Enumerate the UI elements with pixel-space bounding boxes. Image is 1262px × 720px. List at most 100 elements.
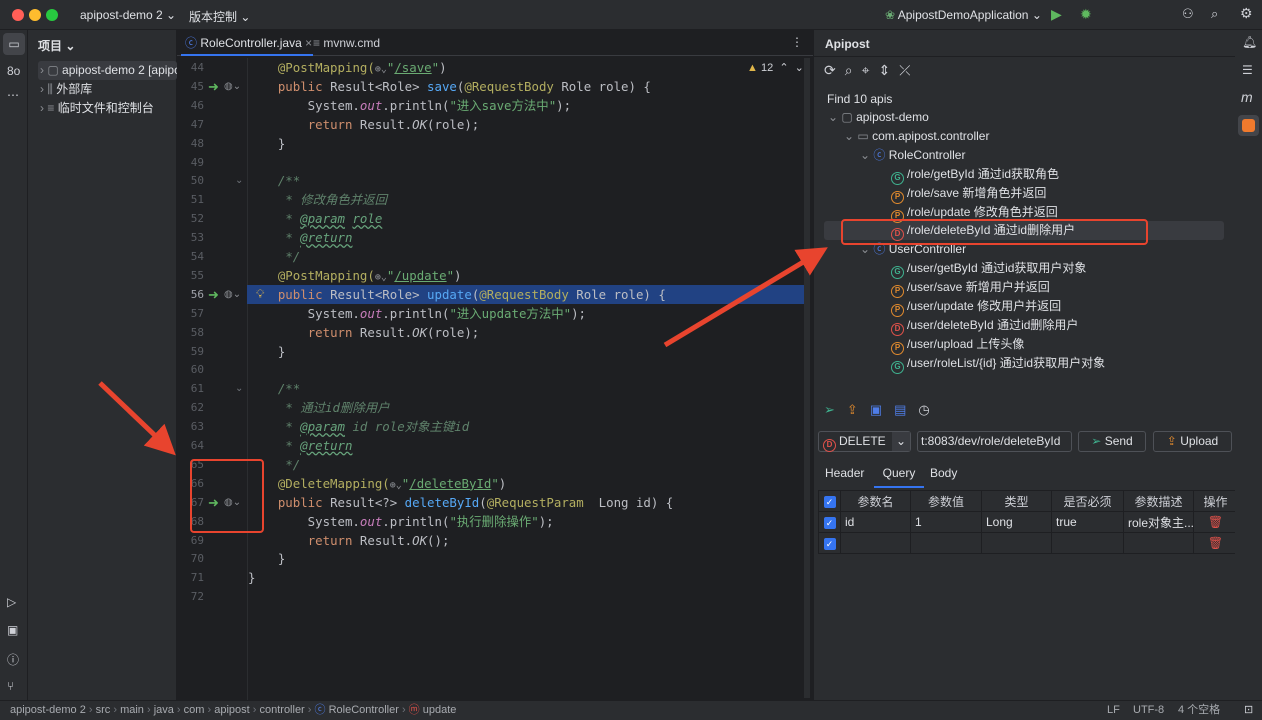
param-required-cell[interactable]: true [1051, 511, 1124, 533]
project-switcher[interactable]: apipost-demo 2 ⌄ [80, 8, 176, 22]
run-tool-icon[interactable]: ▷ [7, 595, 16, 609]
gear-icon[interactable]: ⚙ [1240, 5, 1253, 22]
navigate-arrow-icon[interactable]: ➜ [208, 493, 219, 512]
tree-node-package[interactable]: ⌄ ▭ com.apipost.controller [844, 127, 989, 146]
code-line[interactable]: * 通过id删除用户 [248, 398, 389, 417]
expand-all-icon[interactable]: ⇕ [878, 62, 899, 78]
tree-node-class[interactable]: ⌄ ⓒ RoleController [860, 146, 965, 165]
problems-icon[interactable]: ⓘ [7, 651, 19, 668]
more-tabs-icon[interactable]: ⋮ [791, 35, 803, 49]
breadcrumb-item[interactable]: main [120, 704, 144, 716]
code-line[interactable]: */ [248, 455, 300, 474]
select-all-checkbox[interactable]: ✓ [818, 490, 841, 512]
tree-item-project-root[interactable]: › ▢ apipost-demo 2 [apipost-demo] [38, 61, 177, 80]
code-line[interactable]: public Result<Role> save(@RequestBody Ro… [248, 77, 651, 96]
tab-query[interactable]: Query [874, 466, 924, 488]
minimize-window-button[interactable] [29, 9, 41, 21]
tree-node-module[interactable]: ⌄ ▢ apipost-demo [828, 108, 929, 127]
endpoint-gutter-icon[interactable]: ◍⌄ [224, 493, 241, 512]
code-line[interactable]: * 修改角色并返回 [248, 190, 387, 209]
save-as-icon[interactable]: ▤ [894, 402, 918, 417]
param-required-cell[interactable] [1051, 532, 1124, 554]
tree-item-external-libraries[interactable]: › ⫼ 外部库 [38, 80, 177, 99]
send-button[interactable]: ➢ Send [1078, 431, 1146, 452]
param-type-cell[interactable]: Long [981, 511, 1052, 533]
tree-item-scratches[interactable]: › ≡ 临时文件和控制台 [38, 99, 177, 118]
run-icon[interactable]: ▶ [1051, 6, 1062, 23]
param-name-cell[interactable] [840, 532, 911, 554]
code-line[interactable]: /** [248, 379, 300, 398]
git-icon[interactable]: ⑂ [7, 679, 14, 693]
lock-icon[interactable]: ⊡ [1244, 701, 1253, 720]
navigate-arrow-icon[interactable]: ➜ [208, 285, 219, 304]
delete-row-icon[interactable]: 🗑︎ [1193, 532, 1238, 554]
project-tool-icon[interactable]: ▭ [3, 33, 25, 55]
inspection-widget[interactable]: ▲ 12 ⌃ ⌄ [747, 61, 804, 74]
close-tab-icon[interactable]: × [305, 36, 312, 50]
code-line[interactable]: return Result.OK(role); [248, 115, 480, 134]
code-line[interactable]: * @param id role对象主键id [248, 417, 469, 436]
api-endpoint-item[interactable]: P/role/save 新增角色并返回 [891, 184, 1046, 204]
upload-button[interactable]: ⇪ Upload [1153, 431, 1232, 452]
run-config-selector[interactable]: ❀ ApipostDemoApplication ⌄ [885, 8, 1042, 22]
url-input[interactable]: t:8083/dev/role/deleteById [917, 431, 1072, 452]
notifications-icon[interactable]: 🔔︎ [1242, 35, 1257, 49]
param-value-cell[interactable]: 1 [910, 511, 982, 533]
fold-icon[interactable]: ⌄ [235, 171, 243, 190]
api-endpoint-item[interactable]: G/user/roleList/{id} 通过id获取用户对象 [891, 354, 1105, 374]
api-endpoint-item[interactable]: G/role/getById 通过id获取角色 [891, 165, 1059, 185]
code-line[interactable]: } [248, 549, 285, 568]
navigate-arrow-icon[interactable]: ➜ [208, 77, 219, 96]
code-line[interactable]: System.out.println("执行删除操作"); [248, 512, 554, 531]
tab-rolecontroller[interactable]: ⓒ RoleController.java × [181, 30, 313, 56]
param-name-cell[interactable]: id [840, 511, 911, 533]
endpoint-gutter-icon[interactable]: ◍⌄ [224, 77, 241, 96]
tab-body[interactable]: Body [930, 466, 957, 480]
history-icon[interactable]: ◷ [918, 402, 941, 417]
api-endpoint-item[interactable]: D/role/deleteById 通过id删除用户 [891, 221, 1075, 242]
save-icon[interactable]: ▣ [870, 402, 894, 417]
locate-icon[interactable]: ⌖ [862, 62, 879, 78]
breadcrumb-item[interactable]: src [96, 704, 111, 716]
code-line[interactable]: } [248, 342, 285, 361]
breadcrumb-item[interactable]: java [154, 704, 174, 716]
search-icon[interactable]: ⌕ [845, 62, 862, 78]
search-icon[interactable]: ⌕ [1211, 6, 1218, 22]
file-encoding[interactable]: UTF-8 [1133, 701, 1164, 720]
code-line[interactable]: } [248, 134, 285, 153]
param-desc-cell[interactable] [1123, 532, 1194, 554]
breadcrumb-item[interactable]: apipost-demo 2 [10, 704, 86, 716]
breadcrumb-item[interactable]: controller [259, 704, 304, 716]
row-checkbox[interactable]: ✓ [818, 511, 841, 533]
code-line[interactable]: public Result<Role> update(@RequestBody … [248, 285, 666, 304]
apipost-tool-button[interactable] [1238, 115, 1259, 136]
endpoint-gutter-icon[interactable]: ◍⌄ [224, 285, 241, 304]
api-endpoint-item[interactable]: D/user/deleteById 通过id删除用户 [891, 316, 1078, 336]
close-window-button[interactable] [12, 9, 24, 21]
code-line[interactable]: return Result.OK(); [248, 531, 450, 550]
code-line[interactable]: return Result.OK(role); [248, 323, 480, 342]
code-line[interactable]: * @param role [248, 209, 382, 228]
maximize-window-button[interactable] [46, 9, 58, 21]
tab-header[interactable]: Header [825, 466, 864, 480]
param-type-cell[interactable] [981, 532, 1052, 554]
code-line[interactable]: * @return [248, 228, 352, 247]
code-line[interactable]: @DeleteMapping(⊕⌄"/deleteById") [248, 474, 506, 493]
code-line[interactable]: System.out.println("进入update方法中"); [248, 304, 586, 323]
api-endpoint-item[interactable]: G/user/getById 通过id获取用户对象 [891, 259, 1086, 280]
method-select[interactable]: D DELETE ⌄ [818, 431, 911, 452]
collapse-all-icon[interactable]: ⤫ [899, 62, 919, 78]
api-endpoint-item[interactable]: P/user/save 新增用户并返回 [891, 278, 1050, 299]
delete-row-icon[interactable]: 🗑︎ [1193, 511, 1238, 533]
code-line[interactable]: System.out.println("进入save方法中"); [248, 96, 571, 115]
send-icon[interactable]: ➢ [824, 402, 847, 417]
api-endpoint-item[interactable]: P/user/update 修改用户并返回 [891, 297, 1061, 317]
code-line[interactable]: /** [248, 171, 300, 190]
param-desc-cell[interactable]: role对象主... [1123, 511, 1194, 533]
fold-icon[interactable]: ⌄ [235, 379, 243, 398]
structure-tool-icon[interactable]: 8o [7, 64, 20, 78]
add-user-icon[interactable]: ⚇ [1182, 6, 1194, 22]
upload-icon[interactable]: ⇪ [847, 402, 870, 417]
code-line[interactable]: public Result<?> deleteById(@RequestPara… [248, 493, 673, 512]
more-tools-icon[interactable]: ⋯ [7, 88, 19, 102]
